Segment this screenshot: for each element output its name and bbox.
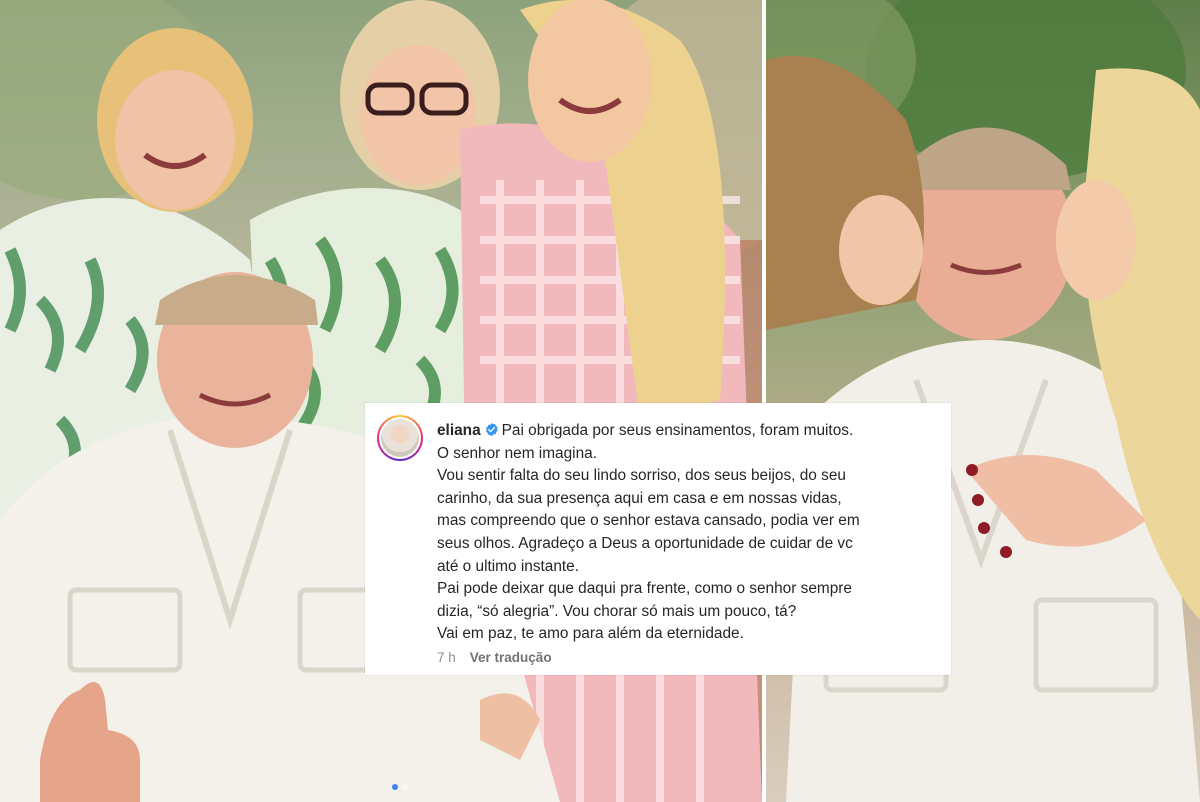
family-photo-illustration: [0, 0, 762, 802]
caption-meta: 7 h Ver tradução: [437, 650, 935, 665]
cheek-kiss-photo-illustration: [766, 0, 1200, 802]
carousel-indicator: [392, 784, 408, 790]
caption-line-9: dizia, “só alegria”. Vou chorar só mais …: [437, 602, 797, 620]
caption-line-1: Pai obrigada por seus ensinamentos, fora…: [501, 422, 854, 439]
post-photo-family-group: [0, 0, 762, 802]
caption-line-7: até o ultimo instante.: [437, 557, 580, 575]
caption-line-2: O senhor nem imagina.: [437, 444, 597, 462]
avatar[interactable]: [381, 419, 419, 457]
caption-line-4: carinho, da sua presença aqui em casa e …: [437, 489, 842, 507]
caption-line: eliana Pai obrigada por seus ensinamentos…: [437, 420, 935, 443]
post-caption-card: eliana Pai obrigada por seus ensinamentos…: [365, 403, 951, 675]
post-timestamp[interactable]: 7 h: [437, 650, 456, 665]
username-link[interactable]: eliana: [437, 422, 481, 439]
post-photo-cheek-kisses: [766, 0, 1200, 802]
carousel-dot-2[interactable]: [402, 784, 408, 790]
caption-line-5: mas compreendo que o senhor estava cansa…: [437, 512, 860, 530]
caption-body: eliana Pai obrigada por seus ensinamentos…: [437, 415, 935, 675]
carousel-dot-1[interactable]: [392, 784, 398, 790]
caption-text: eliana Pai obrigada por seus ensinamentos…: [437, 420, 935, 646]
caption-line-8: Pai pode deixar que daqui pra frente, co…: [437, 580, 852, 598]
caption-line-10: Vai em paz, te amo para além da eternida…: [437, 625, 744, 643]
verified-badge-icon: [485, 422, 498, 437]
caption-line-3: Vou sentir falta do seu lindo sorriso, d…: [437, 467, 846, 485]
story-ring[interactable]: [377, 415, 423, 461]
see-translation-button[interactable]: Ver tradução: [470, 650, 552, 665]
caption-line-6: seus olhos. Agradeço a Deus a oportunida…: [437, 534, 853, 552]
